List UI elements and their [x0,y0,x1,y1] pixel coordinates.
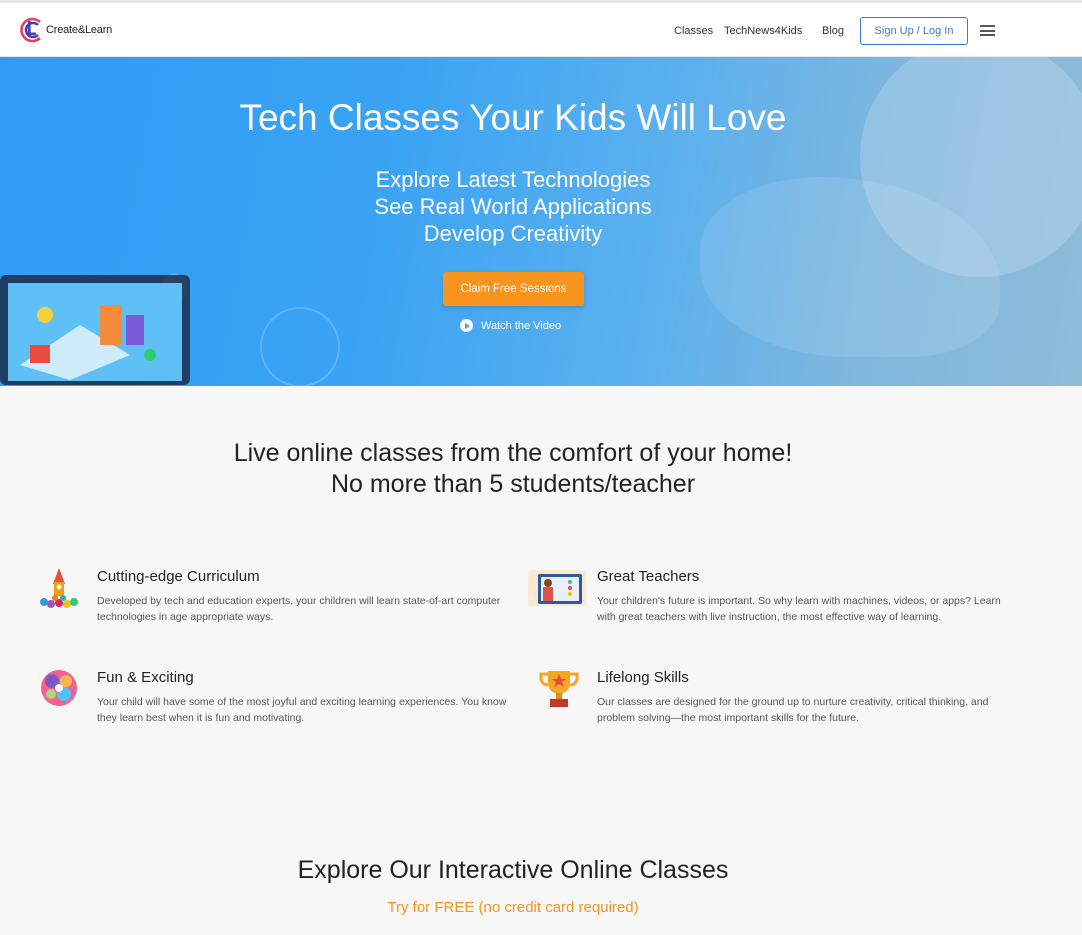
laptop-illustration [0,275,190,385]
hero-line-3: Develop Creativity [423,221,603,246]
play-icon [460,319,473,332]
watch-video-label: Watch the Video [481,319,562,332]
claim-free-sessions-button[interactable]: Claim Free Sessions [443,272,584,306]
logo[interactable]: Create&Learn [20,15,112,45]
rocket-icon [40,568,78,608]
site-header: Create&Learn Classes TechNews4Kids Blog … [0,3,1082,57]
feature-desc-skills: Our classes are designed for the ground … [597,696,989,724]
hero-line-1: Explore Latest Technologies [375,167,651,192]
intro-heading-line-1: Live online classes from the comfort of … [233,439,793,467]
logo-icon [20,15,44,45]
explore-heading: Explore Our Interactive Online Classes [297,856,729,884]
feature-title-curriculum: Cutting-edge Curriculum [97,568,260,585]
watch-video-link[interactable]: Watch the Video [460,319,561,332]
feature-desc-curriculum: Developed by tech and education experts,… [97,595,501,623]
feature-desc-fun: Your child will have some of the most jo… [97,696,507,724]
hero-line-2: See Real World Applications [374,194,652,219]
hamburger-menu-icon[interactable] [980,25,995,36]
feature-title-teachers: Great Teachers [597,568,700,585]
signup-login-button[interactable]: Sign Up / Log In [860,17,968,45]
logo-text: Create&Learn [46,24,113,36]
feature-title-skills: Lifelong Skills [597,669,689,686]
feature-title-fun: Fun & Exciting [97,669,194,686]
hero-title: Tech Classes Your Kids Will Love [239,97,787,138]
brain-icon [260,307,340,386]
nav-classes[interactable]: Classes [674,25,713,37]
intro-heading-line-2: No more than 5 students/teacher [330,470,696,498]
feature-desc-teachers: Your children's future is important. So … [597,595,1001,623]
nav-technews4kids[interactable]: TechNews4Kids [724,25,802,37]
explore-subtitle-link[interactable]: Try for FREE (no credit card required) [0,899,1026,916]
hero-banner: Tech Classes Your Kids Will Love Explore… [0,57,1082,386]
teacher-icon [528,570,586,606]
nav-blog[interactable]: Blog [822,25,844,37]
palette-icon [41,670,77,706]
trophy-icon [539,671,579,707]
